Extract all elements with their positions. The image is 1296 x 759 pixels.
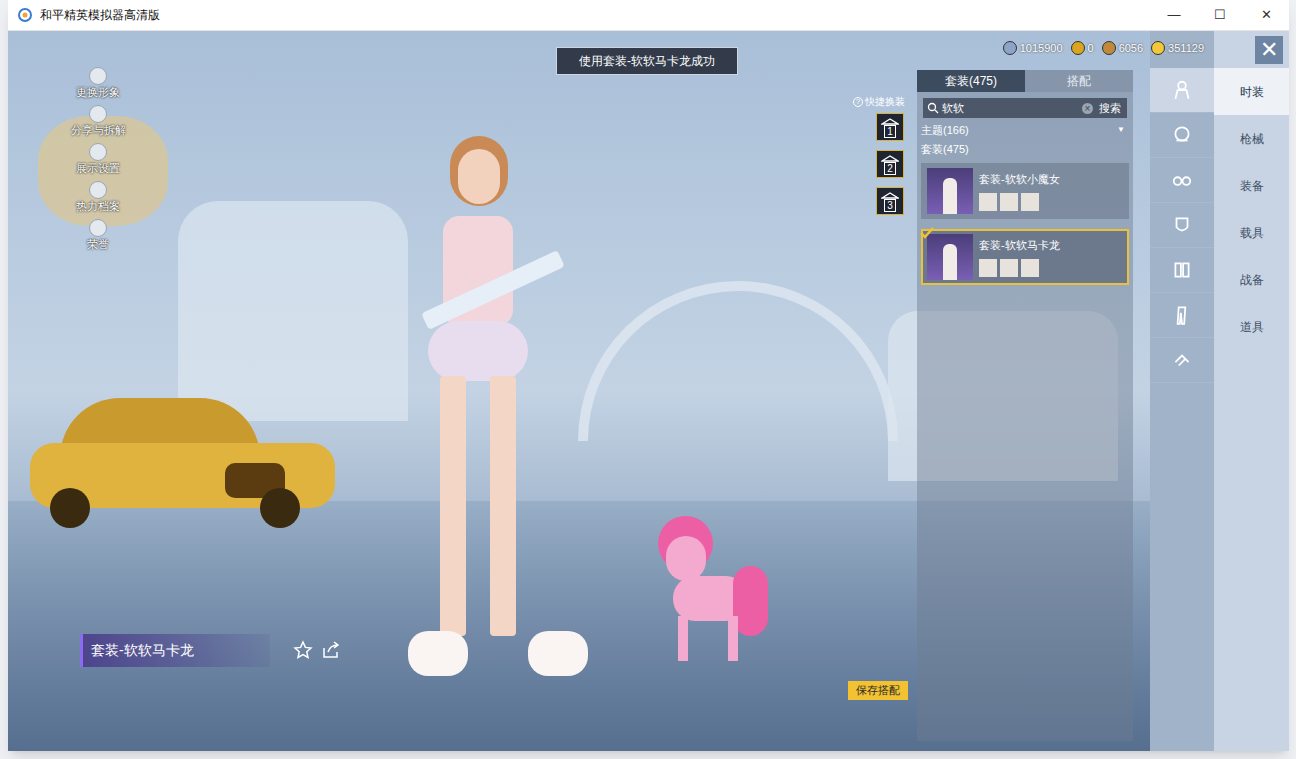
hanger-icon: [881, 154, 899, 162]
close-button[interactable]: ✕: [1255, 36, 1283, 64]
background-wall: [178, 201, 408, 421]
left-menu-item[interactable]: 荣誉: [66, 219, 130, 257]
left-menu-item[interactable]: 热力档案: [66, 181, 130, 219]
outfit-list: 套装-软软小魔女套装-软软马卡龙: [921, 163, 1129, 285]
pony: [648, 516, 768, 666]
scene: 更换形象分享与拆解展示设置热力档案荣誉使用套装-软软马卡龙成功?快捷换装123套…: [8, 31, 1150, 751]
toast: 使用套装-软软马卡龙成功: [556, 47, 738, 75]
category-tab[interactable]: 战备: [1214, 256, 1289, 303]
search-field[interactable]: 软软: [942, 100, 1082, 117]
desktop: 和平精英模拟器高清版—☐✕更换形象分享与拆解展示设置热力档案荣誉使用套装-软软马…: [0, 0, 1296, 759]
currency: 0: [1071, 40, 1094, 57]
title-bar: 和平精英模拟器高清版 —☐✕: [8, 0, 1289, 31]
menu-item-icon: [89, 181, 107, 199]
quick-change-slot[interactable]: 1: [876, 113, 904, 141]
coin-icon: [1102, 41, 1116, 55]
window-control-button[interactable]: ☐: [1197, 0, 1243, 31]
filter[interactable]: 主题(166)▼: [921, 122, 1129, 139]
category-tab[interactable]: 装备: [1214, 162, 1289, 209]
outfit-item[interactable]: 套装-软软小魔女: [921, 163, 1129, 219]
icon-column-item[interactable]: [1150, 113, 1214, 158]
app-logo-icon: [18, 8, 32, 22]
coin-icon: [1151, 41, 1165, 55]
part-thumbnail: [979, 193, 997, 211]
category-icon: [1171, 304, 1193, 326]
category-icon: [1171, 214, 1193, 236]
part-thumbnail: [1021, 259, 1039, 277]
search-button[interactable]: 搜索: [1093, 100, 1127, 117]
outfit-thumbnail: [927, 168, 973, 214]
window-control-button[interactable]: ✕: [1243, 0, 1289, 31]
character: [388, 131, 588, 691]
icon-column-item[interactable]: [1150, 338, 1214, 383]
car: [30, 398, 335, 528]
icon-column-item[interactable]: [1150, 158, 1214, 203]
hanger-icon: [881, 117, 899, 125]
category-icon: [1171, 349, 1193, 371]
outfit-thumbnail: [927, 234, 973, 280]
section-label: 套装(475): [921, 141, 1129, 158]
outfit-panel: 套装(475)搭配软软×搜索主题(166)▼套装(475)套装-软软小魔女套装-…: [917, 70, 1133, 741]
icon-column-item[interactable]: [1150, 68, 1214, 113]
outfit-label: 套装-软软马卡龙: [80, 634, 270, 667]
category-tab[interactable]: 道具: [1214, 303, 1289, 350]
icon-column-item[interactable]: [1150, 293, 1214, 338]
part-thumbnail: [979, 259, 997, 277]
coin-icon: [1071, 41, 1085, 55]
panel-tabs: 套装(475)搭配: [917, 70, 1133, 92]
left-menu-item[interactable]: 分享与拆解: [66, 105, 130, 143]
left-menu-item[interactable]: 更换形象: [66, 67, 130, 105]
menu-item-icon: [89, 219, 107, 237]
quick-change-slot[interactable]: 2: [876, 150, 904, 178]
save-outfit-button[interactable]: 保存搭配: [848, 681, 908, 700]
part-thumbnail: [1000, 193, 1018, 211]
favorite-star-icon[interactable]: [293, 640, 313, 660]
quick-change-slot[interactable]: 3: [876, 187, 904, 215]
quick-change: ?快捷换装123: [853, 94, 905, 215]
menu-item-icon: [89, 105, 107, 123]
part-thumbnail: [1000, 259, 1018, 277]
clear-button[interactable]: ×: [1082, 103, 1093, 114]
icon-column-item[interactable]: [1150, 248, 1214, 293]
help-icon[interactable]: ?: [853, 97, 863, 107]
category-nav: ✕ 时装枪械装备载具战备道具: [1214, 31, 1289, 751]
menu-item-icon: [89, 143, 107, 161]
coin-icon: [1003, 41, 1017, 55]
search-icon: [927, 102, 939, 114]
panel-tab[interactable]: 搭配: [1025, 70, 1133, 92]
currency-bar: 1015900 0 6056 351129: [1003, 40, 1204, 57]
currency: 1015900: [1003, 40, 1063, 57]
category-icon: [1171, 259, 1193, 281]
hanger-icon: [881, 191, 899, 199]
left-menu: 更换形象分享与拆解展示设置热力档案荣誉: [66, 67, 130, 257]
part-thumbnail: [1021, 193, 1039, 211]
category-icon: [1171, 79, 1193, 101]
icon-column-item[interactable]: [1150, 203, 1214, 248]
search-bar: 软软×搜索: [923, 98, 1127, 118]
panel-tab[interactable]: 套装(475): [917, 70, 1025, 92]
menu-item-icon: [89, 67, 107, 85]
share-icon[interactable]: [321, 640, 341, 660]
category-tab[interactable]: 枪械: [1214, 115, 1289, 162]
category-tab[interactable]: 时装: [1214, 68, 1289, 115]
currency: 6056: [1102, 40, 1143, 57]
currency: 351129: [1151, 40, 1204, 57]
outfit-item[interactable]: 套装-软软马卡龙: [921, 229, 1129, 285]
left-menu-item[interactable]: 展示设置: [66, 143, 130, 181]
background-arch: [578, 281, 898, 441]
emulator-window: 和平精英模拟器高清版—☐✕更换形象分享与拆解展示设置热力档案荣誉使用套装-软软马…: [8, 0, 1289, 751]
window-control-button[interactable]: —: [1151, 0, 1197, 31]
game-area: 更换形象分享与拆解展示设置热力档案荣誉使用套装-软软马卡龙成功?快捷换装123套…: [8, 31, 1289, 751]
category-icon: [1171, 124, 1193, 146]
icon-column: [1150, 31, 1214, 751]
category-tab[interactable]: 载具: [1214, 209, 1289, 256]
window-title: 和平精英模拟器高清版: [40, 6, 160, 24]
selected-check-icon: [920, 227, 934, 239]
category-icon: [1171, 169, 1193, 191]
